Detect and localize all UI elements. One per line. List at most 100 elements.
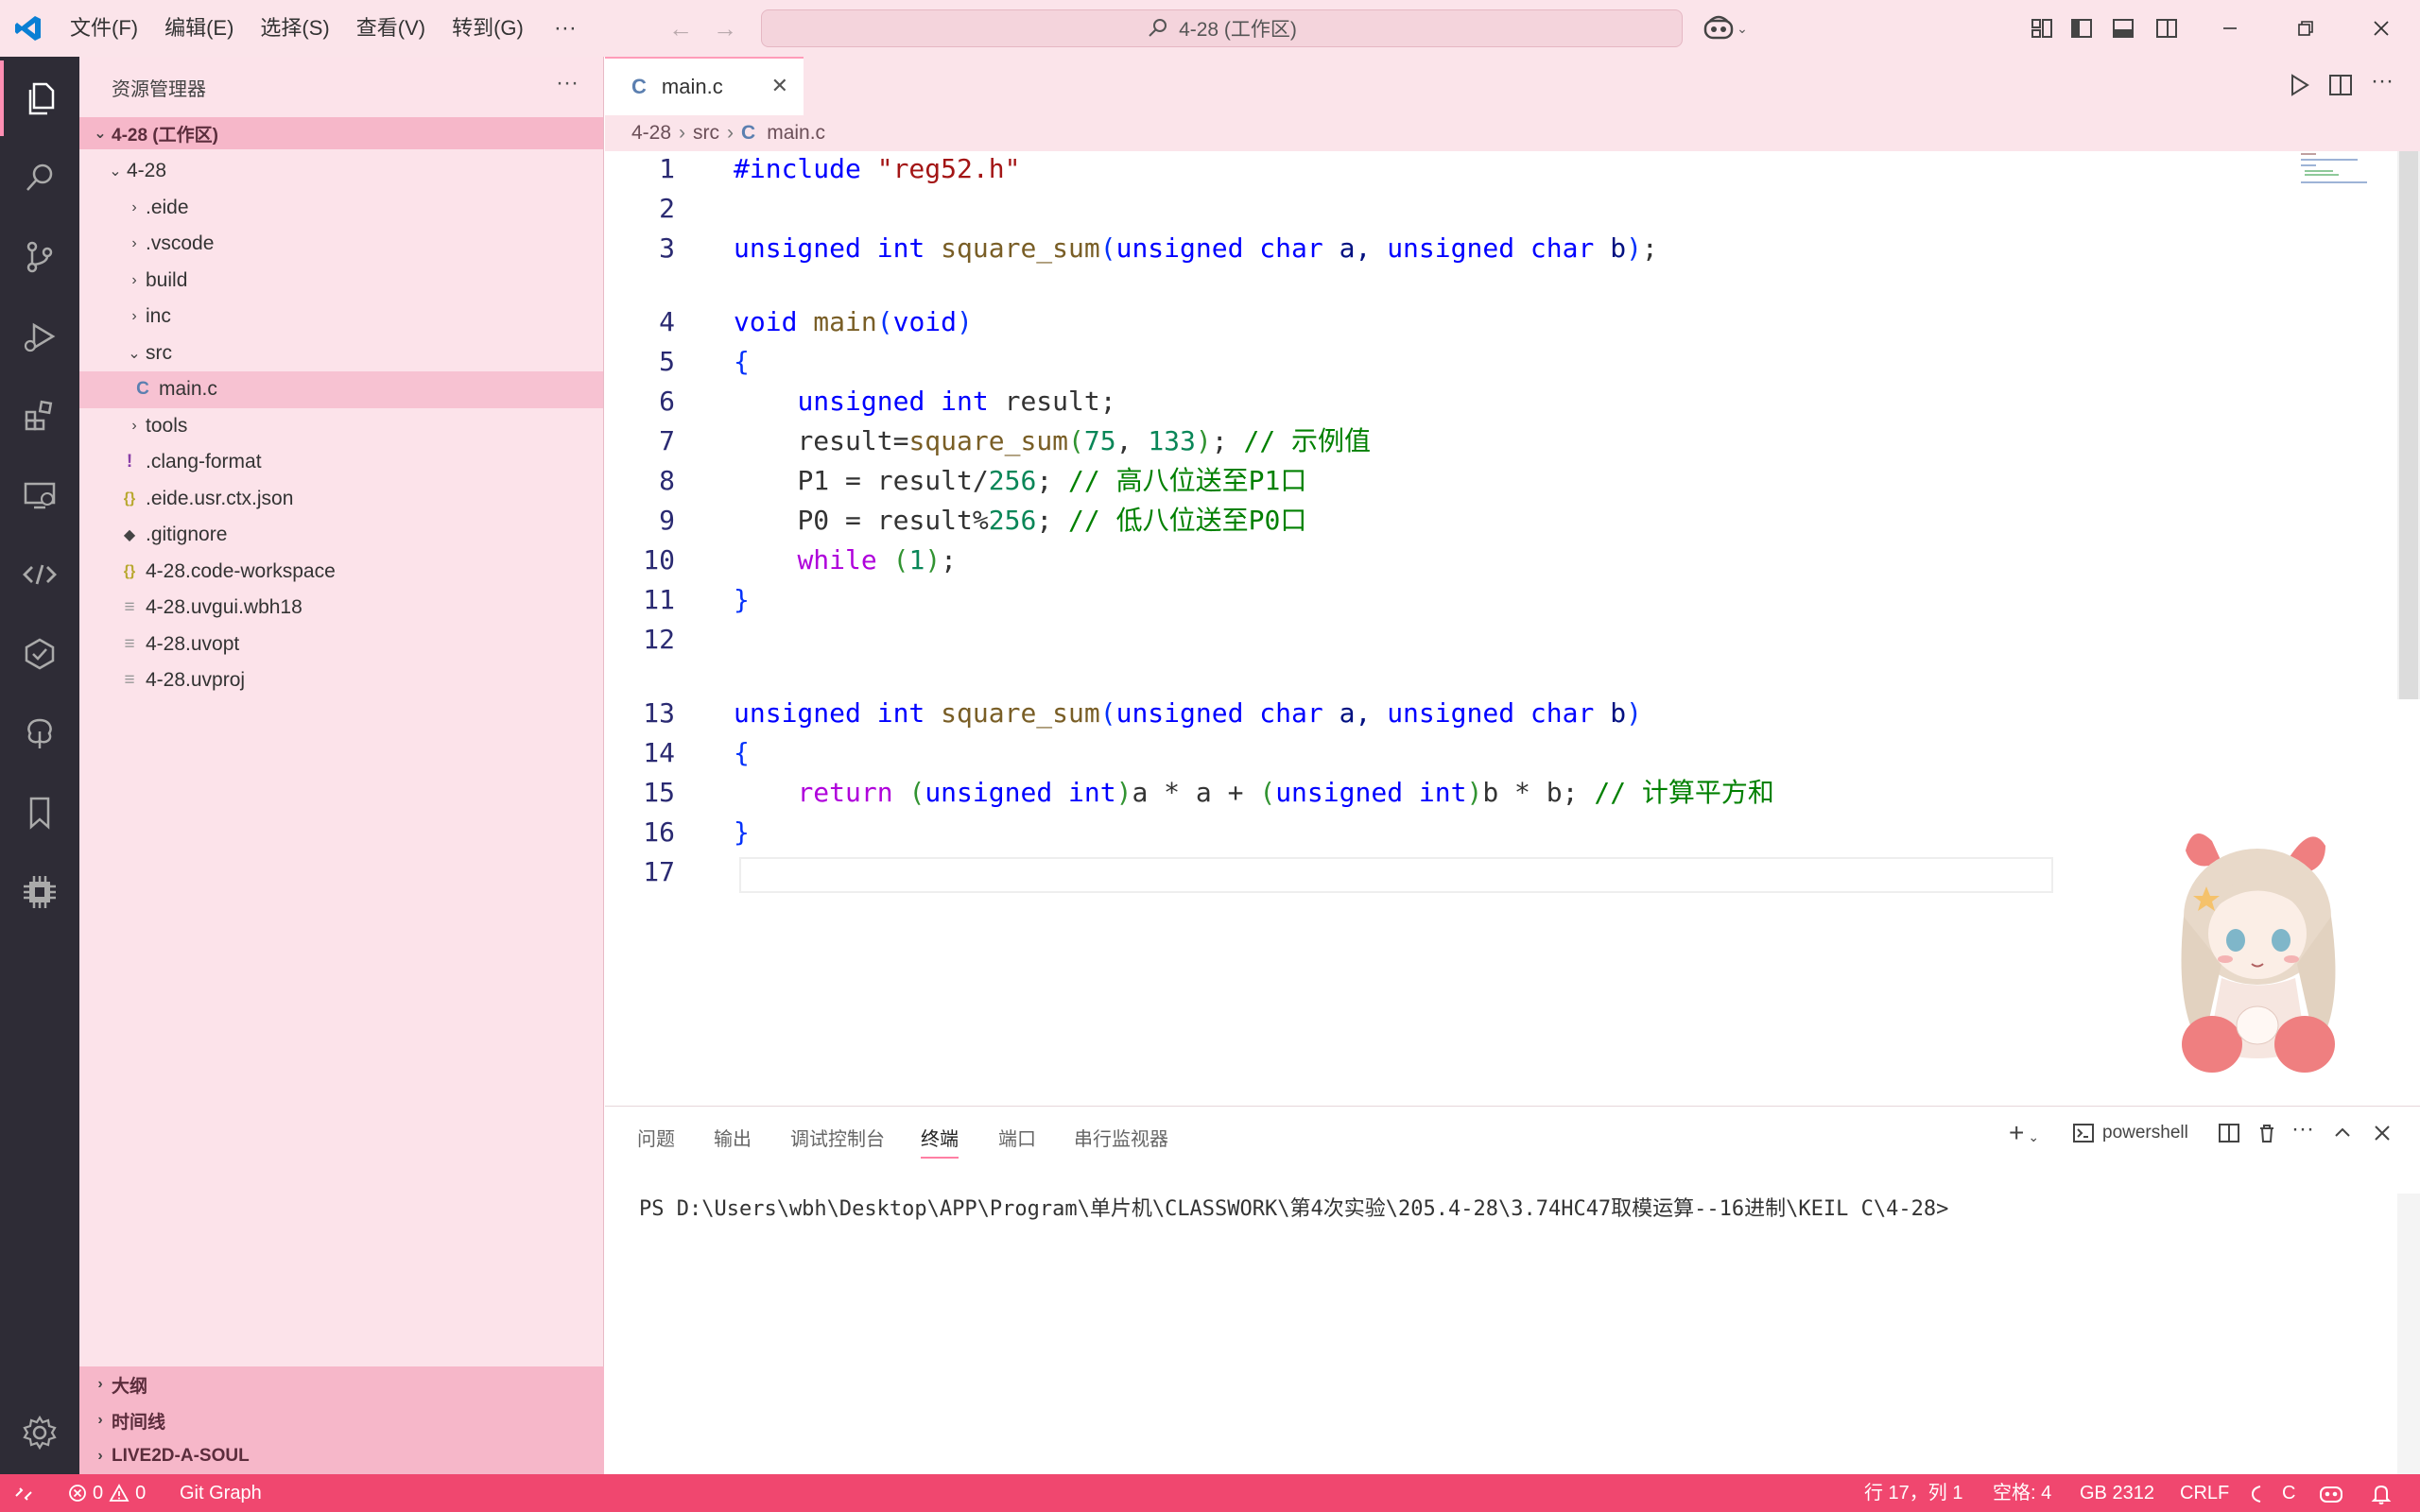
minimap[interactable] <box>2297 151 2373 189</box>
git-graph-button[interactable]: Git Graph <box>180 1474 262 1512</box>
notifications-bell-icon[interactable] <box>2371 1474 2392 1512</box>
menu-file[interactable]: 文件(F) <box>57 0 151 57</box>
minimize-window-icon[interactable] <box>2207 0 2253 57</box>
bookmarks-icon[interactable] <box>0 775 79 850</box>
forward-arrow-icon[interactable]: → <box>701 14 749 43</box>
panel-more-button[interactable]: ··· <box>2291 1116 2314 1143</box>
search-icon[interactable] <box>0 140 79 215</box>
back-arrow-icon[interactable]: ← <box>657 14 704 43</box>
close-panel-icon[interactable] <box>2371 1122 2394 1149</box>
timeline-section[interactable]: › 时间线 <box>79 1402 604 1438</box>
customize-layout-icon[interactable] <box>2023 0 2061 57</box>
code-line-15: 15 return (unsigned int)a * a + (unsigne… <box>605 775 2401 811</box>
text-file-icon: ≡ <box>124 670 135 691</box>
chip-icon[interactable] <box>0 854 79 930</box>
tab-problems[interactable]: 问题 <box>637 1124 675 1151</box>
tab-terminal[interactable]: 终端 <box>921 1124 959 1159</box>
menu-more-button[interactable]: ··· <box>537 15 594 42</box>
tab-serial-monitor[interactable]: 串行监视器 <box>1074 1124 1168 1151</box>
command-center-search[interactable]: 4-28 (工作区) <box>761 9 1683 47</box>
tree-icon[interactable] <box>0 696 79 771</box>
code-line-13: 13 unsigned int square_sum(unsigned char … <box>605 696 2401 731</box>
testing-icon[interactable] <box>0 616 79 692</box>
toggle-primary-sidebar-icon[interactable] <box>2063 0 2100 57</box>
folder-src[interactable]: ⌄ src <box>79 335 603 372</box>
toggle-panel-icon[interactable] <box>2104 0 2142 57</box>
folder-vscode[interactable]: › .vscode <box>79 226 603 263</box>
tab-output[interactable]: 输出 <box>714 1124 752 1151</box>
workspace-root[interactable]: ⌄ 4-28 (工作区) <box>79 117 603 149</box>
explorer-icon[interactable] <box>0 60 79 136</box>
menu-edit[interactable]: 编辑(E) <box>151 0 247 57</box>
line-number: 7 <box>659 425 675 456</box>
new-terminal-plus-icon[interactable]: + ⌄ <box>2009 1120 2039 1150</box>
live2d-section[interactable]: › LIVE2D-A-SOUL <box>79 1438 604 1474</box>
shell-label: powershell <box>2102 1123 2188 1143</box>
copilot-status-icon[interactable] <box>2318 1474 2344 1512</box>
problems-indicator[interactable]: 0 0 <box>68 1474 146 1512</box>
terminal-prompt[interactable]: PS D:\Users\wbh\Desktop\APP\Program\单片机\… <box>639 1192 1948 1222</box>
terminal-shell-selector[interactable]: powershell <box>2072 1122 2188 1144</box>
file-uvgui[interactable]: ≡ 4-28.uvgui.wbh18 <box>79 590 603 627</box>
settings-gear-icon[interactable] <box>0 1395 79 1470</box>
breadcrumb-item[interactable]: main.c <box>767 122 825 145</box>
close-tab-icon[interactable]: ✕ <box>771 74 788 98</box>
folder-eide[interactable]: › .eide <box>79 190 603 227</box>
menu-view[interactable]: 查看(V) <box>343 0 439 57</box>
explorer-more-button[interactable]: ··· <box>556 70 579 96</box>
run-icon[interactable] <box>2286 72 2312 103</box>
line-number: 13 <box>643 697 675 729</box>
indentation[interactable]: 空格: 4 <box>1993 1474 2051 1512</box>
restore-window-icon[interactable] <box>2283 0 2328 57</box>
trash-icon[interactable] <box>2256 1122 2278 1149</box>
vertical-scrollbar[interactable] <box>2397 151 2420 699</box>
tab-debug-console[interactable]: 调试控制台 <box>790 1124 885 1151</box>
folder-4-28[interactable]: ⌄ 4-28 <box>79 153 603 190</box>
chevron-right-icon: › <box>131 271 137 288</box>
tab-ports[interactable]: 端口 <box>998 1124 1036 1151</box>
folder-inc[interactable]: › inc <box>79 299 603 335</box>
folder-label: .vscode <box>146 232 215 255</box>
menu-goto[interactable]: 转到(G) <box>439 0 537 57</box>
outline-section[interactable]: › 大纲 <box>79 1366 604 1402</box>
editor-more-button[interactable]: ··· <box>2371 68 2394 94</box>
cursor-position[interactable]: 行 17，列 1 <box>1864 1474 1962 1512</box>
file-gitignore[interactable]: ◆ .gitignore <box>79 517 603 554</box>
close-window-icon[interactable] <box>2359 0 2404 57</box>
run-debug-icon[interactable] <box>0 299 79 374</box>
split-terminal-icon[interactable] <box>2218 1122 2240 1149</box>
folder-tools[interactable]: › tools <box>79 408 603 445</box>
folder-build[interactable]: › build <box>79 263 603 300</box>
file-code-workspace[interactable]: {} 4-28.code-workspace <box>79 554 603 591</box>
maximize-panel-icon[interactable] <box>2331 1122 2354 1149</box>
remote-explorer-icon[interactable] <box>0 457 79 533</box>
language-mode[interactable]: C <box>2282 1474 2295 1512</box>
split-editor-icon[interactable] <box>2327 72 2354 103</box>
language-status-icon[interactable] <box>2248 1474 2267 1512</box>
terminal-scrollbar[interactable] <box>2397 1194 2420 1475</box>
breadcrumb-item[interactable]: src <box>693 122 719 145</box>
file-uvproj[interactable]: ≡ 4-28.uvproj <box>79 662 603 699</box>
file-clang-format[interactable]: ! .clang-format <box>79 444 603 481</box>
remote-indicator-icon[interactable] <box>13 1474 34 1512</box>
error-count: 0 <box>93 1483 104 1503</box>
extensions-icon[interactable] <box>0 378 79 454</box>
file-eide-usr-ctx-json[interactable]: {} .eide.usr.ctx.json <box>79 481 603 518</box>
live2d-character-image[interactable] <box>2146 822 2373 1087</box>
line-ending[interactable]: CRLF <box>2180 1474 2229 1512</box>
code-editor[interactable]: 1 #include "reg52.h" 2 3 unsigned int squa… <box>605 151 2420 1106</box>
breadcrumb-item[interactable]: 4-28 <box>631 122 671 145</box>
c-file-icon: C <box>136 379 149 400</box>
tab-main-c[interactable]: C main.c ✕ <box>605 57 804 115</box>
code-tags-icon[interactable] <box>0 537 79 612</box>
encoding[interactable]: GB 2312 <box>2080 1474 2154 1512</box>
menu-selection[interactable]: 选择(S) <box>247 0 342 57</box>
line-number: 2 <box>659 193 675 224</box>
file-uvopt[interactable]: ≡ 4-28.uvopt <box>79 627 603 663</box>
chevron-down-icon: ⌄ <box>128 345 141 362</box>
source-control-icon[interactable] <box>0 219 79 295</box>
toggle-secondary-sidebar-icon[interactable] <box>2148 0 2186 57</box>
copilot-icon[interactable]: ⌄ <box>1697 0 1754 57</box>
file-main-c[interactable]: C main.c <box>79 371 603 408</box>
current-line-highlight <box>739 857 2053 893</box>
